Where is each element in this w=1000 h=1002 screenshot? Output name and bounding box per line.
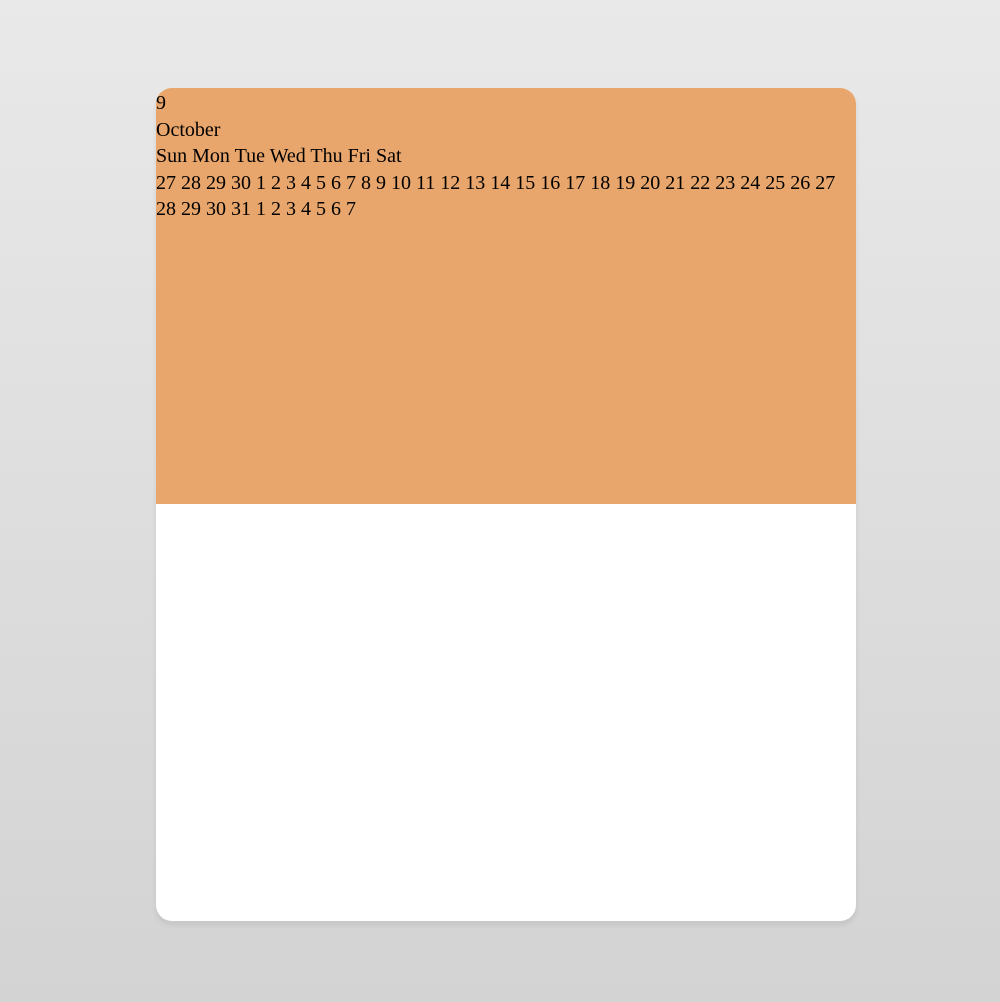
day-cell[interactable]: 2 xyxy=(271,198,281,220)
day-cell[interactable]: 7 xyxy=(346,172,356,194)
day-cell[interactable]: 20 xyxy=(640,172,660,194)
day-cell[interactable]: 14 xyxy=(490,172,510,194)
day-cell[interactable]: 30 xyxy=(231,172,251,194)
day-cell[interactable]: 31 xyxy=(231,198,251,220)
day-cell[interactable]: 21 xyxy=(665,172,685,194)
weekday-label: Wed xyxy=(269,145,306,167)
day-cell[interactable]: 5 xyxy=(316,198,326,220)
day-cell[interactable]: 1 xyxy=(256,172,266,194)
day-cell[interactable]: 26 xyxy=(790,172,810,194)
weekday-label: Sun xyxy=(156,145,188,167)
weekday-label: Tue xyxy=(234,145,265,167)
day-cell[interactable]: 17 xyxy=(565,172,585,194)
calendar-card: 9 October Sun Mon Tue Wed Thu Fri Sat 27… xyxy=(156,88,856,921)
day-cell[interactable]: 25 xyxy=(765,172,785,194)
day-cell[interactable]: 11 xyxy=(416,172,435,194)
days-grid: 27 28 29 30 1 2 3 4 5 6 7 8 9 10 11 12 1… xyxy=(156,170,856,223)
day-cell[interactable]: 13 xyxy=(465,172,485,194)
weekday-label: Sat xyxy=(375,145,402,167)
day-cell[interactable]: 5 xyxy=(316,172,326,194)
month-label: October xyxy=(156,118,221,141)
day-cell[interactable]: 2 xyxy=(271,172,281,194)
day-cell[interactable]: 4 xyxy=(301,172,311,194)
day-cell[interactable]: 24 xyxy=(740,172,760,194)
day-cell[interactable]: 9 xyxy=(376,172,386,194)
day-cell[interactable]: 19 xyxy=(615,172,635,194)
day-cell[interactable]: 6 xyxy=(331,172,341,194)
weekday-label: Mon xyxy=(192,145,230,167)
day-cell[interactable]: 15 xyxy=(515,172,535,194)
day-cell[interactable]: 22 xyxy=(690,172,710,194)
day-cell[interactable]: 4 xyxy=(301,198,311,220)
calendar-content: 9 October Sun Mon Tue Wed Thu Fri Sat 27… xyxy=(156,90,856,223)
day-cell[interactable]: 1 xyxy=(256,198,266,220)
day-cell[interactable]: 29 xyxy=(206,172,226,194)
day-cell[interactable]: 23 xyxy=(715,172,735,194)
selected-day-number: 9 xyxy=(156,92,166,114)
day-cell[interactable]: 28 xyxy=(181,172,201,194)
day-cell[interactable]: 7 xyxy=(346,198,356,220)
weekday-label: Thu xyxy=(310,145,343,167)
day-cell[interactable]: 3 xyxy=(286,198,296,220)
day-cell[interactable]: 28 xyxy=(156,198,176,220)
day-cell[interactable]: 18 xyxy=(590,172,610,194)
day-cell[interactable]: 30 xyxy=(206,198,226,220)
day-cell[interactable]: 27 xyxy=(815,172,835,194)
weekday-row: Sun Mon Tue Wed Thu Fri Sat xyxy=(156,143,856,170)
day-cell[interactable]: 29 xyxy=(181,198,201,220)
day-cell[interactable]: 12 xyxy=(440,172,460,194)
day-cell[interactable]: 6 xyxy=(331,198,341,220)
weekday-label: Fri xyxy=(347,145,371,167)
day-cell[interactable]: 3 xyxy=(286,172,296,194)
day-cell[interactable]: 16 xyxy=(540,172,560,194)
day-cell[interactable]: 10 xyxy=(391,172,411,194)
day-cell[interactable]: 27 xyxy=(156,172,176,194)
day-cell[interactable]: 8 xyxy=(361,172,371,194)
